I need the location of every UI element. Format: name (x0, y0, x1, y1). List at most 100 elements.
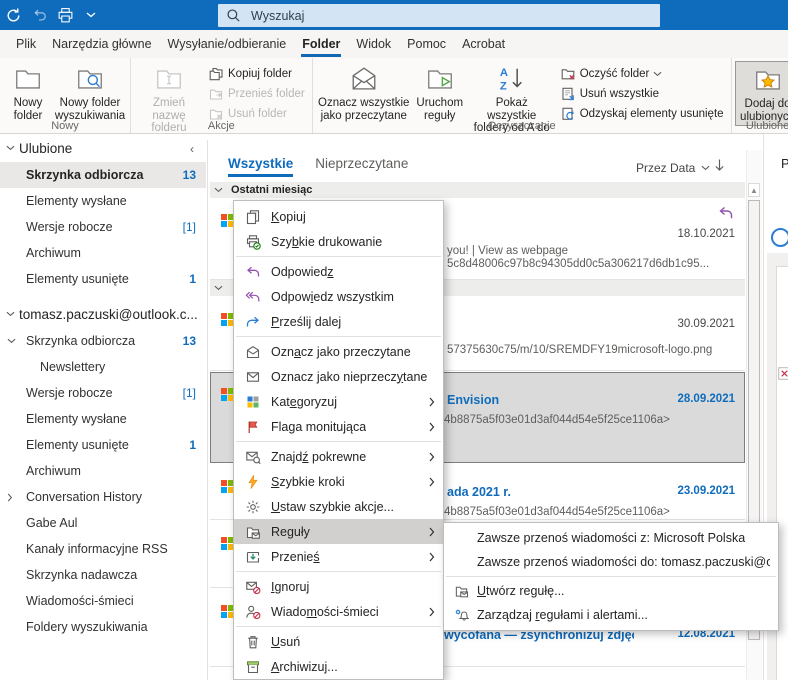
button-label: Nowy folder wyszukiwania (54, 97, 126, 122)
menu-item-odpowiedz[interactable]: Odpowiedz (234, 259, 443, 284)
submenu-arrow-icon (429, 527, 435, 537)
sidebar-item-archiwum[interactable]: Archiwum (0, 458, 206, 484)
menu-item-label: Szybkie drukowanie (271, 234, 383, 249)
menu-item-ustaw-szybkie-akcje-[interactable]: Ustaw szybkie akcje... (234, 494, 443, 519)
menu-separator (236, 571, 441, 572)
sidebar-item-elementy-usunięte[interactable]: Elementy usunięte 1 (0, 432, 206, 458)
undo-icon[interactable] (26, 3, 52, 27)
ribbon-button-column: Kopiuj folder Przenieś folder Usuń folder (204, 61, 309, 124)
menu-item-szybkie-drukowanie[interactable]: Szybkie drukowanie (234, 229, 443, 254)
context-menu: Kopiuj Szybkie drukowanie Odpowiedz Odpowie… (233, 200, 444, 680)
tab-wysy-anie-odbieranie[interactable]: Wysyłanie/odbieranie (160, 30, 295, 58)
sidebar-item-newslettery[interactable]: Newslettery (0, 354, 206, 380)
minimize-folder-pane-icon[interactable]: ‹ (190, 142, 194, 156)
send-receive-icon[interactable] (0, 3, 26, 27)
kopiuj-folder-button[interactable]: Kopiuj folder (204, 64, 309, 84)
sort-control[interactable]: Przez Data (636, 161, 710, 175)
menu-item-flaga-monitująca[interactable]: Flaga monitująca (234, 414, 443, 439)
menu-item-ignoruj[interactable]: Ignoruj (234, 574, 443, 599)
tab-acrobat[interactable]: Acrobat (454, 30, 513, 58)
usuń-wszystkie-button[interactable]: Usuń wszystkie (556, 84, 728, 104)
menu-item-kategoryzuj[interactable]: Kategoryzuj (234, 389, 443, 414)
menu-item-label: Przenieś (271, 549, 320, 564)
oczyść-folder-button[interactable]: Oczyść folder (556, 64, 728, 84)
menu-separator (236, 256, 441, 257)
sidebar-item-wersje-robocze[interactable]: Wersje robocze [1] (0, 380, 206, 406)
submenu-item-utwórz-regułę...[interactable]: Utwórz regułę... (444, 579, 778, 603)
folder-label: Newslettery (40, 360, 106, 374)
unread-count: [1] (182, 386, 196, 400)
message-date: 30.09.2021 (677, 318, 735, 330)
menu-item-reguły[interactable]: Reguły (234, 519, 443, 544)
menu-item-label: Oznacz jako nieprzeczytane (271, 369, 428, 384)
sidebar-item-skrzynka-odbiorcza[interactable]: Skrzynka odbiorcza 13 (0, 328, 206, 354)
search-input[interactable] (249, 7, 637, 24)
menu-item-label: Zawsze przenoś wiadomości do: tomasz.pac… (477, 555, 770, 569)
button-label: Oznacz wszystkie jako przeczytane (318, 97, 410, 122)
sidebar-item-wersje-robocze[interactable]: Wersje robocze [1] (0, 214, 206, 240)
nowy-folder-wyszukiwania-button[interactable]: Nowy folder wyszukiwania (53, 61, 127, 124)
menu-item-usuń[interactable]: Usuń (234, 629, 443, 654)
submenu-item-zarządzaj-regułami-i-alertami...[interactable]: Zarządzaj regułami i alertami... (444, 603, 778, 627)
menu-item-wiadomości-śmieci[interactable]: Wiadomości-śmieci (234, 599, 443, 624)
sidebar-item-gabe-aul[interactable]: Gabe Aul (0, 510, 206, 536)
submenu-item-zawsze-przenoś-wiadomości-do-tomasz.pacz[interactable]: Zawsze przenoś wiadomości do: tomasz.pac… (444, 550, 778, 574)
sidebar-item-archiwum[interactable]: Archiwum (0, 240, 206, 266)
title-bar (0, 0, 788, 30)
print-icon[interactable] (52, 3, 78, 27)
sort-direction-icon[interactable] (714, 158, 725, 172)
filter-tab-wszystkie[interactable]: Wszystkie (228, 156, 294, 177)
find-related-icon (244, 449, 262, 465)
dodaj-do-ulubionych-button[interactable]: Dodaj do ulubionych (734, 61, 788, 126)
folder-label: Skrzynka odbiorcza (26, 334, 136, 348)
nowy-folder-button[interactable]: Nowy folder (3, 61, 53, 124)
sidebar-item-skrzynka-nadawcza[interactable]: Skrzynka nadawcza (0, 562, 206, 588)
scroll-up-icon[interactable]: ▲ (748, 183, 760, 197)
sidebar-item-elementy-usunięte[interactable]: Elementy usunięte 1 (0, 266, 206, 292)
menu-item-przenieś[interactable]: Przenieś (234, 544, 443, 569)
menu-item-oznacz-jako-przeczytane[interactable]: Oznacz jako przeczytane (234, 339, 443, 364)
filter-tab-nieprzeczytane[interactable]: Nieprzeczytane (315, 156, 408, 171)
menu-item-kopiuj[interactable]: Kopiuj (234, 204, 443, 229)
tab-pomoc[interactable]: Pomoc (399, 30, 454, 58)
search-box[interactable] (218, 4, 660, 27)
tab-narz-dzia-g-wne[interactable]: Narzędzia główne (44, 30, 159, 58)
menu-item-odpowiedz-wszystkim[interactable]: Odpowiedz wszystkim (234, 284, 443, 309)
menu-item-archiwizuj-[interactable]: Archiwizuj... (234, 654, 443, 679)
menu-item-oznacz-jako-nieprzeczytane[interactable]: Oznacz jako nieprzeczytane (234, 364, 443, 389)
ribbon: Nowy folder Nowy folder wyszukiwania Nowy Z… (0, 58, 788, 134)
rules-icon (244, 524, 262, 540)
delete-all-icon (560, 86, 576, 102)
tab-plik[interactable]: Plik (8, 30, 44, 58)
search-icon (226, 8, 241, 23)
tab-folder[interactable]: Folder (294, 30, 348, 58)
sidebar-section-header[interactable]: Ulubione (0, 134, 206, 162)
sidebar-section-header[interactable]: tomasz.paczuski@outlook.c... (0, 300, 206, 328)
menu-separator (236, 441, 441, 442)
list-group-last-month[interactable]: Ostatni miesiąc (210, 182, 745, 198)
svg-text:A: A (500, 67, 508, 79)
manage-rules-icon (454, 607, 469, 623)
sidebar-item-skrzynka-odbiorcza[interactable]: Skrzynka odbiorcza 13 (0, 162, 206, 188)
tab-widok[interactable]: Widok (348, 30, 399, 58)
menu-separator (446, 576, 776, 577)
section-header-label: tomasz.paczuski@outlook.c... (19, 306, 198, 322)
uruchom-reguły-button[interactable]: Uruchom reguły (412, 61, 468, 124)
folder-label: Skrzynka odbiorcza (26, 168, 144, 182)
sidebar-item-conversation-history[interactable]: Conversation History (0, 484, 206, 510)
menu-item-szybkie-kroki[interactable]: Szybkie kroki (234, 469, 443, 494)
submenu-item-zawsze-przenoś-wiadomości-z-microsoft-po[interactable]: Zawsze przenoś wiadomości z: Microsoft P… (444, 526, 778, 550)
sidebar-item-elementy-wysłane[interactable]: Elementy wysłane (0, 188, 206, 214)
oznacz-wszystkie-jako-przeczytane-button[interactable]: Oznacz wszystkie jako przeczytane (316, 61, 412, 124)
sidebar-item-wiadomości-śmieci[interactable]: Wiadomości-śmieci (0, 588, 206, 614)
sidebar-item-kanały-informacyjne-rss[interactable]: Kanały informacyjne RSS (0, 536, 206, 562)
sidebar-item-elementy-wysłane[interactable]: Elementy wysłane (0, 406, 206, 432)
customize-toolbar-caret-icon[interactable] (78, 3, 104, 27)
chevron-down-icon (653, 71, 662, 77)
sidebar-item-foldery-wyszukiwania[interactable]: Foldery wyszukiwania (0, 614, 206, 640)
folder-label: Archiwum (26, 464, 81, 478)
pane-divider[interactable] (207, 140, 208, 680)
menu-item-prześlij-dalej[interactable]: Prześlij dalej (234, 309, 443, 334)
menu-item-znajdź-pokrewne[interactable]: Znajdź pokrewne (234, 444, 443, 469)
menu-item-label: Odpowiedz wszystkim (271, 289, 394, 304)
